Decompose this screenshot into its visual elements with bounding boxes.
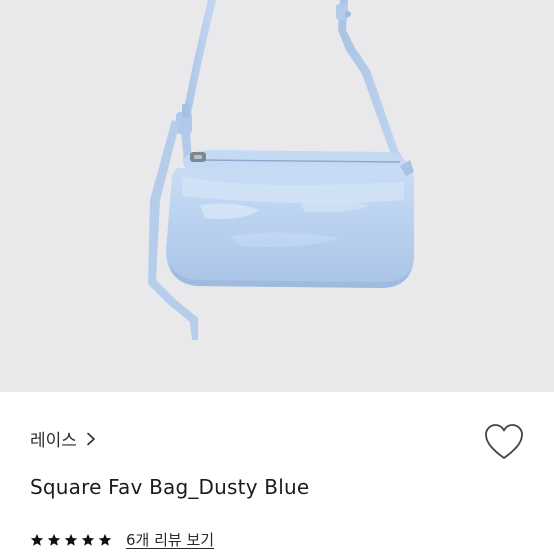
star-icon	[64, 533, 78, 546]
bag-photo	[0, 0, 554, 392]
wishlist-button[interactable]	[482, 422, 526, 462]
brand-link[interactable]: 레이스	[30, 426, 97, 451]
review-count-link[interactable]: 6개 리뷰 보기	[126, 529, 214, 550]
star-icon	[47, 533, 61, 546]
rating-row: 6개 리뷰 보기	[30, 529, 214, 550]
star-icon	[30, 533, 44, 546]
brand-name: 레이스	[30, 431, 77, 451]
star-icon	[81, 533, 95, 546]
chevron-right-icon	[87, 432, 95, 445]
product-title: Square Fav Bag_Dusty Blue	[30, 475, 310, 499]
star-icon	[98, 533, 112, 546]
product-info-panel: 레이스 Square Fav Bag_Dusty Blue 6개 리뷰 보기	[0, 392, 554, 554]
product-image	[0, 0, 554, 392]
heart-outline-icon	[485, 424, 523, 459]
star-rating	[30, 533, 112, 547]
